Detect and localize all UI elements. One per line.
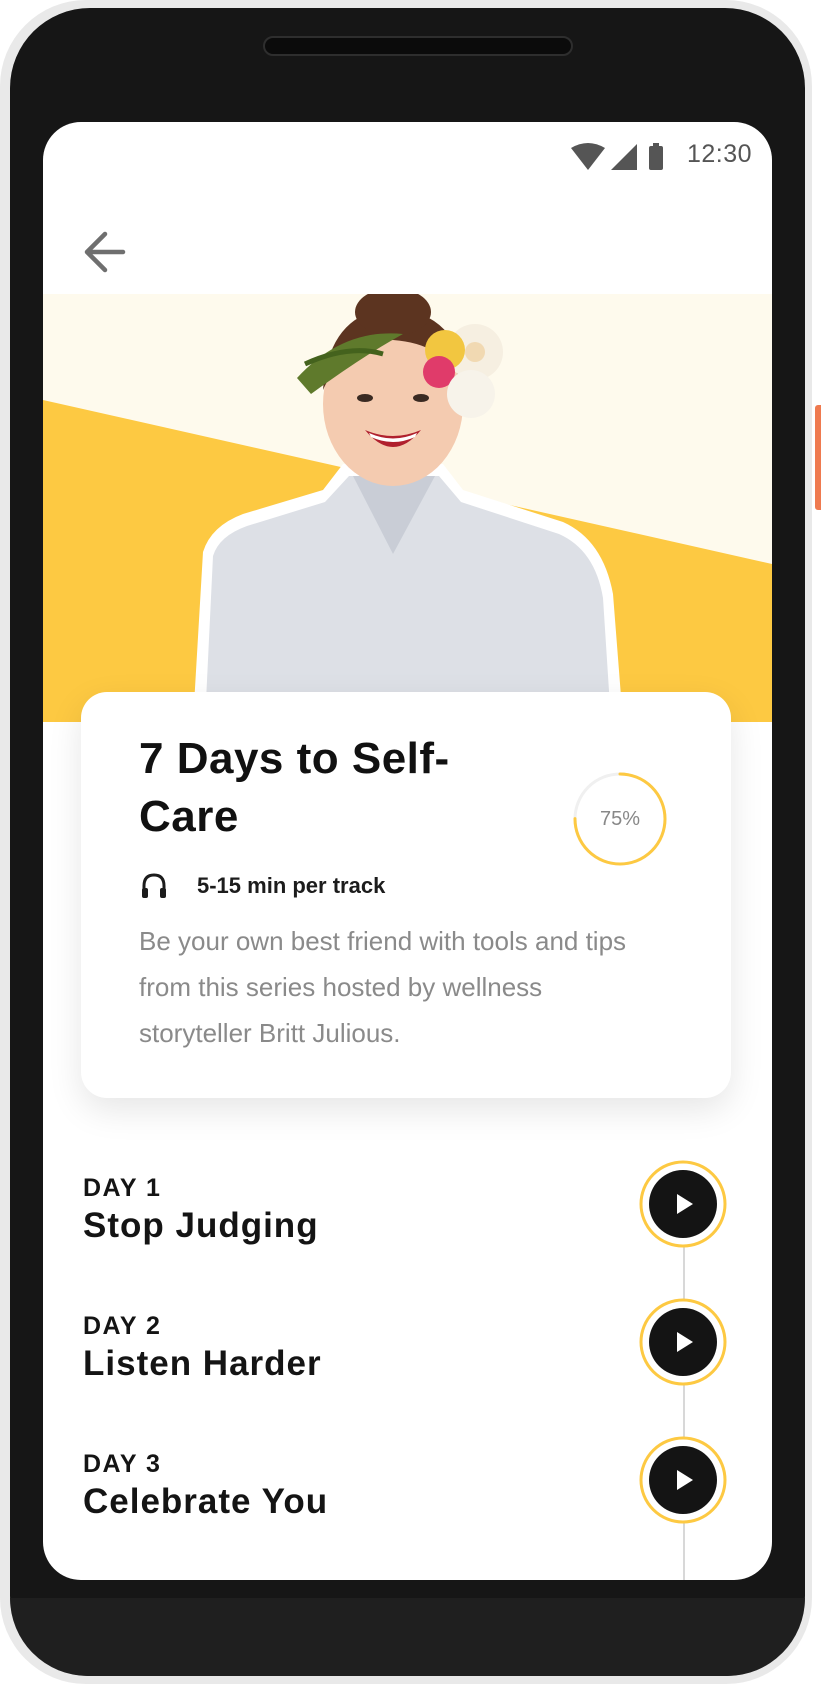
series-title: 7 Days to Self-Care (139, 734, 450, 841)
track-day: DAY 2 (83, 1312, 162, 1340)
status-icons (571, 143, 663, 170)
status-bar: 12:30 (43, 122, 772, 192)
hero-banner (43, 294, 772, 722)
play-button[interactable] (639, 1298, 727, 1386)
series-description: Be your own best friend with tools and t… (139, 926, 627, 1048)
track-title: Celebrate You (83, 1482, 329, 1521)
progress-label: 75% (599, 808, 641, 830)
app-screen: 12:30 7 Days to Self-Care 75% 5-15 min p… (43, 122, 772, 1580)
track-title: Listen Harder (83, 1344, 322, 1383)
headphones-icon (142, 873, 166, 898)
side-edge-tab (815, 405, 821, 510)
hero-illustration (43, 294, 772, 722)
earpiece-speaker (263, 36, 573, 56)
duration-row: 5-15 min per track (139, 868, 385, 904)
status-time: 12:30 (686, 140, 752, 168)
arrow-left-icon (84, 231, 126, 273)
duration-text: 5-15 min per track (197, 873, 386, 898)
track-item[interactable]: DAY 2 Listen Harder (83, 1298, 763, 1422)
play-button[interactable] (639, 1436, 727, 1524)
phone-chin (10, 1598, 805, 1676)
track-day: DAY 1 (83, 1174, 162, 1202)
track-title: Stop Judging (83, 1206, 319, 1245)
back-button[interactable] (77, 224, 133, 280)
wifi-icon (571, 143, 605, 170)
track-item[interactable]: DAY 3 Celebrate You (83, 1436, 763, 1560)
play-button[interactable] (639, 1160, 727, 1248)
battery-icon (649, 146, 663, 170)
track-day: DAY 3 (83, 1450, 162, 1478)
cellular-signal-icon (611, 144, 637, 170)
series-info-card: 7 Days to Self-Care 75% 5-15 min per tra… (81, 692, 731, 1098)
track-item[interactable]: DAY 1 Stop Judging (83, 1160, 763, 1284)
